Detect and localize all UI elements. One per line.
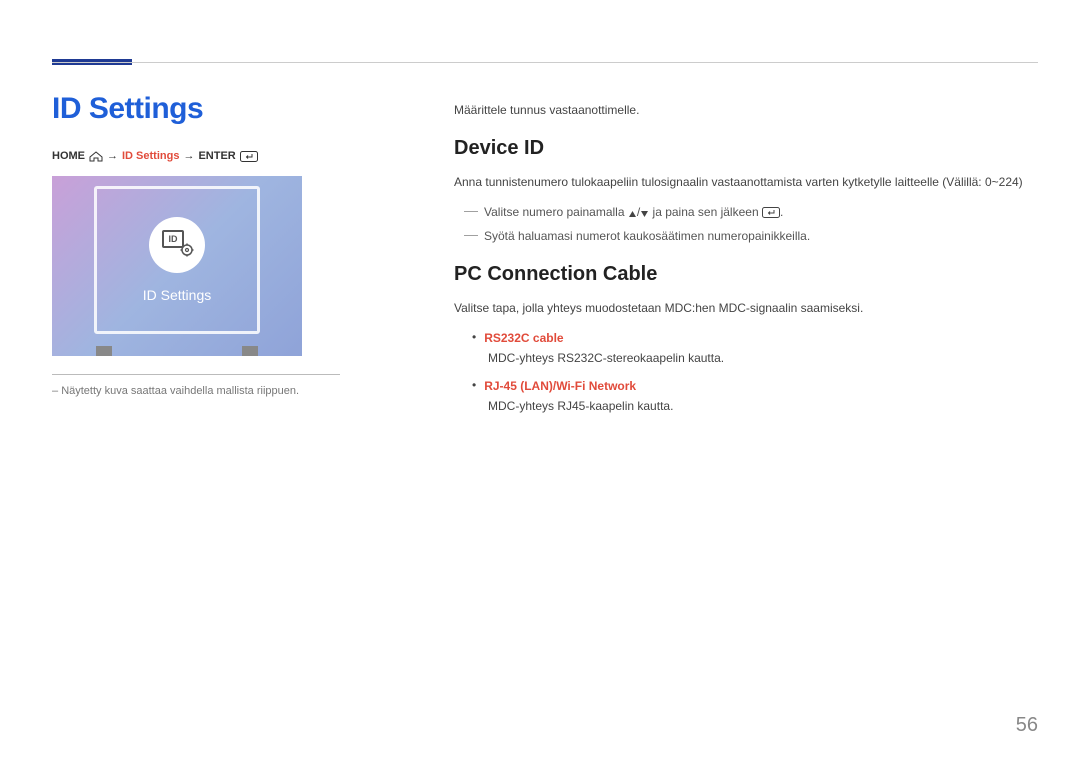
device-id-description: Anna tunnistenumero tulokaapeliin tulosi… [454,173,1038,191]
device-id-note-2: ― Syötä haluamasi numerot kaukosäätimen … [464,227,1038,245]
bullet-rj45-title: RJ-45 (LAN)/Wi-Fi Network [484,377,636,395]
dash-icon: ― [464,227,478,241]
up-triangle-icon [628,205,637,223]
enter-icon [762,205,780,223]
enter-icon [240,150,258,162]
bullet-rs232c-title: RS232C cable [484,329,563,347]
device-id-heading: Device ID [454,133,1038,163]
left-divider [52,374,340,375]
device-preview-image: ID ID Settings [52,176,302,356]
breadcrumb: HOME → ID Settings → ENTER [52,150,382,162]
left-column: ID Settings HOME → ID Settings → ENTER I… [52,92,382,397]
bullet-rj45: • RJ-45 (LAN)/Wi-Fi Network [472,377,1038,395]
device-preview-label: ID Settings [143,287,211,303]
intro-text: Määrittele tunnus vastaanottimelle. [454,101,1038,119]
breadcrumb-home: HOME [52,150,85,162]
down-triangle-icon [640,205,649,223]
bullet-rs232c-desc: MDC-yhteys RS232C-stereokaapelin kautta. [488,349,1038,367]
dash-icon: ― [464,203,478,217]
bullet-dot-icon: • [472,329,476,346]
breadcrumb-arrow-icon: → [107,150,118,162]
device-preview-frame: ID ID Settings [94,186,260,334]
right-column: Määrittele tunnus vastaanottimelle. Devi… [454,101,1038,425]
breadcrumb-arrow-icon: → [183,150,194,162]
top-divider [52,62,1038,63]
device-id-note-1: ― Valitse numero painamalla / ja paina s… [464,203,1038,223]
bullet-dot-icon: • [472,377,476,394]
image-disclaimer-note: – Näytetty kuva saattaa vaihdella mallis… [52,385,382,397]
bullet-rs232c: • RS232C cable [472,329,1038,347]
gear-icon [180,243,194,262]
home-icon [89,150,103,162]
page-title: ID Settings [52,92,382,126]
pc-cable-description: Valitse tapa, jolla yhteys muodostetaan … [454,299,1038,317]
breadcrumb-current: ID Settings [122,150,179,162]
bullet-rj45-desc: MDC-yhteys RJ45-kaapelin kautta. [488,397,1038,415]
id-settings-app-icon: ID [149,217,205,273]
pc-cable-heading: PC Connection Cable [454,259,1038,289]
breadcrumb-enter: ENTER [198,150,235,162]
page-number: 56 [1016,714,1038,737]
